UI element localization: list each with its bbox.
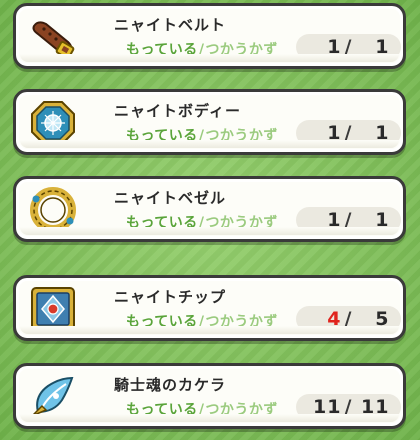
owned-used-label: もっている/つかうかず: [126, 311, 278, 331]
owned-used-label: もっている/つかうかず: [126, 212, 278, 232]
count-separator: /: [344, 122, 353, 144]
item-name: ニャイトベルト: [114, 16, 227, 34]
owned-count: 11: [313, 396, 342, 418]
owned-count: 1: [327, 122, 342, 144]
owned-label: もっている: [126, 402, 198, 418]
count-display: 11 / 11: [296, 394, 401, 420]
count-display: 1 / 1: [296, 207, 401, 233]
count-display: 4 / 5: [296, 306, 401, 332]
required-count: 1: [375, 36, 390, 58]
required-label: つかうかず: [205, 314, 278, 330]
owned-label: もっている: [126, 314, 198, 330]
crystal-shard-icon: [28, 372, 78, 422]
item-name: ニャイトボディー: [114, 102, 241, 120]
count-separator: /: [344, 308, 353, 330]
owned-used-label: もっている/つかうかず: [126, 399, 278, 419]
square-chip-icon: [28, 284, 78, 334]
item-card-knight-body[interactable]: ニャイトボディー もっている/つかうかず 1 / 1: [13, 89, 406, 155]
owned-used-label: もっている/つかうかず: [126, 125, 278, 145]
required-count: 11: [361, 396, 390, 418]
item-name: ニャイトベゼル: [114, 189, 227, 207]
owned-count: 1: [327, 36, 342, 58]
item-name: 騎士魂のカケラ: [114, 376, 227, 394]
item-card-knight-soul-shard[interactable]: 騎士魂のカケラ もっている/つかうかず 11 / 11: [13, 363, 406, 429]
owned-label: もっている: [126, 215, 198, 231]
owned-count: 1: [327, 209, 342, 231]
required-label: つかうかず: [205, 215, 278, 231]
count-separator: /: [344, 209, 353, 231]
ring-bezel-icon: [28, 185, 78, 235]
required-label: つかうかず: [205, 402, 278, 418]
item-card-knight-bezel[interactable]: ニャイトベゼル もっている/つかうかず 1 / 1: [13, 176, 406, 242]
owned-label: もっている: [126, 128, 198, 144]
required-label: つかうかず: [205, 128, 278, 144]
count-separator: /: [344, 396, 353, 418]
count-display: 1 / 1: [296, 34, 401, 60]
owned-label: もっている: [126, 42, 198, 58]
count-display: 1 / 1: [296, 120, 401, 146]
required-count: 5: [375, 308, 390, 330]
item-card-knight-chip[interactable]: ニャイトチップ もっている/つかうかず 4 / 5: [13, 275, 406, 341]
item-name: ニャイトチップ: [114, 288, 227, 306]
leather-belt-icon: [28, 12, 78, 62]
item-card-knight-belt[interactable]: ニャイトベルト もっている/つかうかず 1 / 1: [13, 3, 406, 69]
required-count: 1: [375, 209, 390, 231]
required-label: つかうかず: [205, 42, 278, 58]
required-count: 1: [375, 122, 390, 144]
count-separator: /: [344, 36, 353, 58]
octagon-gem-icon: [28, 98, 78, 148]
owned-count: 4: [327, 308, 342, 330]
owned-used-label: もっている/つかうかず: [126, 39, 278, 59]
